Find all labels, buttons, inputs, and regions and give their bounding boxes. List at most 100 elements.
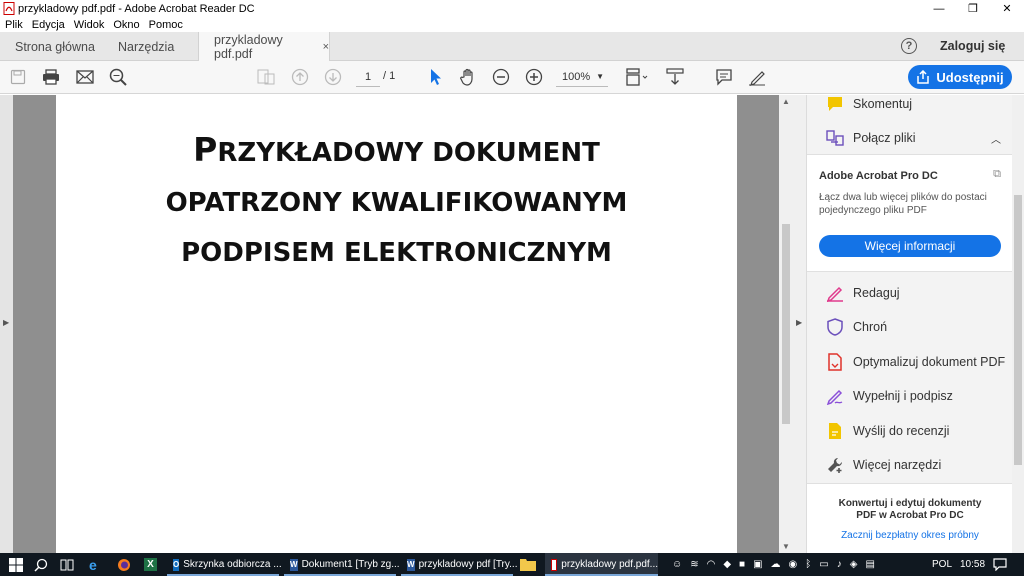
more-info-button[interactable]: Więcej informacji (819, 235, 1001, 257)
close-button[interactable]: ✕ (990, 0, 1024, 17)
minimize-button[interactable]: — (922, 0, 956, 17)
tool-protect[interactable]: Chroń (825, 316, 887, 338)
tool-fill-sign[interactable]: Wypełnij i podpisz (825, 385, 953, 407)
taskbar-acrobat[interactable]: przykladowy pdf.pdf... (545, 553, 658, 576)
menu-edit[interactable]: Edycja (32, 19, 65, 31)
comment-bubble-icon (825, 94, 845, 114)
acrobat-icon (3, 2, 15, 15)
network-icon[interactable]: ▤ (865, 559, 874, 570)
sign-pen-icon[interactable] (747, 67, 767, 87)
hand-tool-icon[interactable] (458, 67, 478, 87)
next-page-icon[interactable] (323, 67, 343, 87)
chevron-up-icon[interactable]: ︿ (991, 131, 1001, 146)
restore-button[interactable]: ❐ (956, 0, 990, 17)
zoom-select[interactable]: 100% ▼ (556, 69, 608, 87)
previous-page-icon[interactable] (290, 67, 310, 87)
taskbar-word-2[interactable]: W przykladowy pdf [Try... (401, 553, 517, 576)
zoom-out-icon[interactable] (491, 67, 511, 87)
system-tray: ☺ ≋ ◠ ◆ ■ ▣ ☁ ◉ ᛒ ▭ ♪ ◈ ▤ (672, 553, 875, 576)
panel-scrollbar-thumb[interactable] (1014, 195, 1022, 465)
tool-comment[interactable]: Skomentuj (825, 93, 912, 115)
document-scrollbar[interactable]: ▲ ▼ (779, 95, 793, 553)
network-activity-icon[interactable]: ≋ (690, 559, 698, 570)
promo-text: Konwertuj i edytuj dokumenty PDF w Acrob… (838, 498, 982, 521)
panel-scrollbar[interactable] (1012, 95, 1024, 553)
word-icon: W (290, 558, 298, 571)
tab-home[interactable]: Strona główna (15, 32, 95, 61)
battery-icon[interactable]: ▭ (819, 559, 828, 570)
taskbar-word-1[interactable]: W Dokument1 [Tryb zg... (284, 553, 400, 576)
expand-left-icon: ▶ (3, 318, 10, 327)
update-icon[interactable]: ◉ (789, 559, 798, 570)
tab-tools[interactable]: Narzędzia (118, 32, 174, 61)
scroll-mode-icon[interactable] (665, 67, 685, 87)
tab-document[interactable]: przykladowy pdf.pdf × (198, 32, 330, 62)
email-icon[interactable] (75, 67, 95, 87)
comment-icon[interactable] (714, 67, 734, 87)
taskbar-outlook[interactable]: O Skrzynka odbiorcza ... (167, 553, 282, 576)
send-review-icon (825, 421, 845, 441)
firefox-icon[interactable] (117, 553, 131, 576)
tool-edit[interactable]: Redaguj (825, 282, 900, 304)
wifi-icon[interactable]: ◠ (707, 559, 716, 570)
page-total: / 1 (383, 70, 396, 82)
tool-combine[interactable]: Połącz pliki ︿ (825, 127, 1001, 149)
search-icon[interactable] (34, 553, 48, 576)
title-initial: P (193, 130, 218, 169)
tool-send-review[interactable]: Wyślij do recenzji (825, 420, 949, 442)
file-explorer-icon[interactable] (520, 553, 536, 576)
help-icon[interactable]: ? (901, 38, 917, 54)
right-panel-toggle[interactable]: ▶ (793, 95, 806, 553)
menu-view[interactable]: Widok (74, 19, 105, 31)
bluetooth-icon[interactable]: ᛒ (805, 559, 811, 570)
scroll-up-icon[interactable]: ▲ (782, 97, 790, 106)
tool-more-tools-label: Więcej narzędzi (853, 458, 942, 472)
people-icon[interactable]: ☺ (672, 559, 682, 570)
scroll-down-icon[interactable]: ▼ (782, 542, 790, 551)
menu-help[interactable]: Pomoc (149, 19, 183, 31)
find-icon[interactable] (108, 67, 128, 87)
task-view-icon[interactable] (60, 553, 74, 576)
excel-icon[interactable]: X (144, 553, 157, 576)
tool-optimize[interactable]: Optymalizuj dokument PDF (825, 351, 1005, 373)
dropbox-icon[interactable]: ◈ (850, 559, 858, 570)
promo-box: Konwertuj i edytuj dokumenty PDF w Acrob… (807, 483, 1013, 553)
menu-file[interactable]: Plik (5, 19, 23, 31)
pro-card: Adobe Acrobat Pro DC ⧉ Łącz dwa lub więc… (807, 154, 1013, 272)
save-icon[interactable] (8, 67, 28, 87)
edge-icon[interactable]: e (89, 553, 97, 576)
page-thumbnail-icon[interactable] (256, 67, 276, 87)
security-icon[interactable]: ◆ (723, 559, 731, 570)
tools-panel: Skomentuj Połącz pliki ︿ Adobe Acrobat P… (806, 93, 1013, 553)
tab-close-icon[interactable]: × (323, 41, 329, 53)
select-cursor-icon[interactable] (425, 67, 445, 87)
language-indicator[interactable]: POL (932, 553, 952, 576)
wrench-icon (825, 455, 845, 475)
page-layout-icon[interactable] (624, 67, 650, 87)
app-tray-icon[interactable]: ▣ (753, 559, 762, 570)
window-title: przykladowy pdf.pdf - Adobe Acrobat Read… (18, 2, 255, 15)
notifications-icon[interactable] (993, 553, 1007, 576)
tool-more-tools[interactable]: Więcej narzędzi (825, 454, 941, 476)
taskbar: e X O Skrzynka odbiorcza ... W Dokument1… (0, 553, 1024, 576)
zoom-in-icon[interactable] (524, 67, 544, 87)
edit-pen-icon (825, 283, 845, 303)
title-line: Przykładowy dokument (56, 125, 737, 178)
print-icon[interactable] (41, 67, 61, 87)
clock[interactable]: 10:58 (960, 553, 985, 576)
scrollbar-thumb[interactable] (782, 224, 790, 424)
free-trial-link[interactable]: Zacznij bezpłatny okres próbny (807, 530, 1013, 541)
volume-icon[interactable]: ♪ (837, 559, 842, 570)
start-button[interactable] (9, 553, 23, 576)
page-number-input[interactable]: 1 (356, 69, 380, 87)
copy-icon[interactable]: ⧉ (993, 168, 1001, 181)
login-button[interactable]: Zaloguj się (940, 39, 1005, 53)
share-button[interactable]: Udostępnij (908, 65, 1012, 89)
outlook-icon: O (173, 558, 180, 571)
cloud-icon[interactable]: ☁ (771, 559, 781, 570)
left-panel-toggle[interactable]: ▶ (0, 95, 13, 553)
fill-sign-icon (825, 386, 845, 406)
app-tray-icon[interactable]: ■ (739, 559, 745, 570)
title-line-rest: rzykładowy dokument (217, 138, 600, 168)
menu-window[interactable]: Okno (113, 19, 139, 31)
